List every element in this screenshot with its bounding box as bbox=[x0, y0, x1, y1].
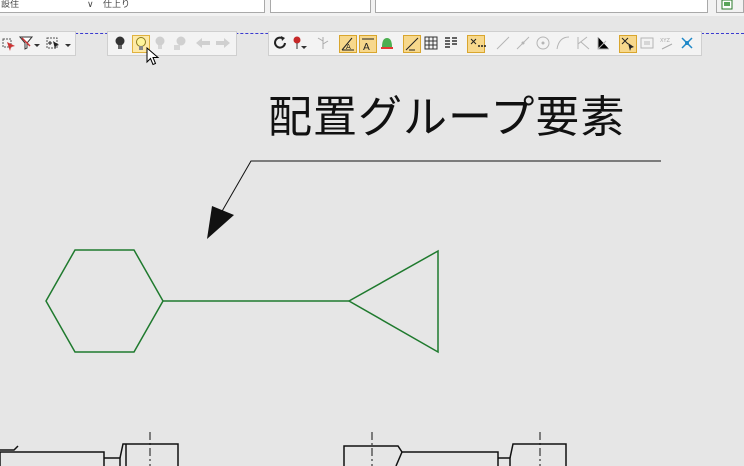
toolbar-separator bbox=[0, 16, 744, 29]
corner-icon bbox=[597, 37, 609, 50]
curve-icon bbox=[556, 36, 570, 50]
frame-icon bbox=[640, 37, 654, 49]
drawing-toolbar: A A XYZ bbox=[268, 31, 702, 56]
top-strip: 設住 ∨ 仕上り bbox=[0, 0, 744, 16]
dots-select-button[interactable] bbox=[467, 35, 486, 53]
line-b-button[interactable] bbox=[515, 35, 533, 53]
text-frame-button[interactable]: A bbox=[359, 35, 377, 53]
line-b-icon bbox=[516, 36, 530, 50]
comment-field[interactable] bbox=[375, 0, 708, 13]
hexagon-shape[interactable] bbox=[45, 249, 164, 353]
curve-button[interactable] bbox=[555, 35, 573, 53]
select-filter-icon bbox=[2, 38, 15, 51]
frame-button[interactable] bbox=[639, 35, 657, 53]
display-toolbar bbox=[107, 31, 237, 56]
line-a-icon bbox=[496, 36, 510, 50]
k-icon bbox=[577, 36, 590, 50]
circle-point-button[interactable] bbox=[535, 35, 553, 53]
columns-icon bbox=[445, 37, 457, 48]
svg-text:XYZ: XYZ bbox=[660, 38, 670, 44]
svg-text:A: A bbox=[363, 42, 370, 52]
corner-tool-button[interactable] bbox=[595, 35, 613, 53]
annotation-label[interactable]: 配置グループ要素 bbox=[268, 93, 625, 143]
bulb-dark-button[interactable] bbox=[112, 35, 130, 53]
columns-button[interactable] bbox=[443, 35, 461, 53]
bulb-hand-button[interactable] bbox=[172, 35, 190, 53]
diagonal-line-icon bbox=[405, 37, 419, 51]
pin-icon bbox=[293, 36, 307, 49]
xyz-button[interactable]: XYZ bbox=[659, 35, 677, 53]
arrow-left-icon bbox=[196, 38, 210, 48]
select-add-button[interactable] bbox=[45, 35, 71, 53]
k-button[interactable] bbox=[575, 35, 593, 53]
finish-field-text: 仕上り bbox=[103, 0, 131, 10]
leader-line[interactable] bbox=[207, 160, 661, 239]
filter-funnel-icon bbox=[19, 36, 40, 50]
value-field[interactable] bbox=[270, 0, 371, 13]
xyz-icon: XYZ bbox=[660, 38, 673, 50]
part-outline-right[interactable] bbox=[343, 443, 567, 466]
text-frame-icon: A bbox=[362, 38, 374, 52]
dots-select-icon bbox=[470, 38, 486, 47]
bulb-hand-icon bbox=[174, 36, 186, 50]
circle-point-icon bbox=[536, 36, 550, 50]
arrow-left-button[interactable] bbox=[194, 35, 212, 53]
angle-text-button[interactable]: A bbox=[339, 35, 357, 53]
angle-text-icon: A bbox=[341, 37, 354, 51]
arrow-right-icon bbox=[216, 38, 230, 48]
cross-select-button[interactable] bbox=[619, 35, 637, 53]
snap-icon bbox=[681, 37, 693, 49]
matrix-icon bbox=[424, 36, 438, 50]
branch-icon bbox=[317, 37, 329, 49]
arrow-right-button[interactable] bbox=[214, 35, 232, 53]
triangle-shape[interactable] bbox=[347, 249, 439, 354]
rotate-button[interactable] bbox=[273, 35, 291, 53]
svg-text:A: A bbox=[346, 43, 351, 51]
group-element[interactable] bbox=[45, 249, 439, 354]
select-add-icon bbox=[46, 37, 71, 49]
part-outline-left[interactable] bbox=[0, 443, 179, 466]
select-filter-button[interactable] bbox=[1, 35, 19, 53]
snap-button[interactable] bbox=[679, 35, 697, 53]
bell-color-button[interactable] bbox=[379, 35, 397, 53]
property-field-text: 設住 bbox=[1, 0, 20, 10]
selection-toolbar bbox=[0, 31, 76, 56]
diagonal-line-button[interactable] bbox=[403, 35, 421, 53]
bell-color-icon bbox=[381, 38, 393, 49]
field-dropdown-arrow-icon[interactable]: ∨ bbox=[87, 0, 94, 10]
bulb-dark-icon bbox=[115, 36, 125, 49]
property-field[interactable]: 設住 ∨ 仕上り bbox=[0, 0, 265, 13]
filter-funnel-button[interactable] bbox=[19, 35, 40, 53]
corner-button[interactable] bbox=[716, 0, 744, 13]
pin-button[interactable] bbox=[291, 35, 309, 53]
cross-select-icon bbox=[621, 37, 634, 51]
green-panel-icon bbox=[721, 0, 733, 10]
matrix-button[interactable] bbox=[423, 35, 441, 53]
rotate-icon bbox=[274, 36, 286, 49]
branch-button[interactable] bbox=[315, 35, 333, 53]
line-a-button[interactable] bbox=[495, 35, 513, 53]
